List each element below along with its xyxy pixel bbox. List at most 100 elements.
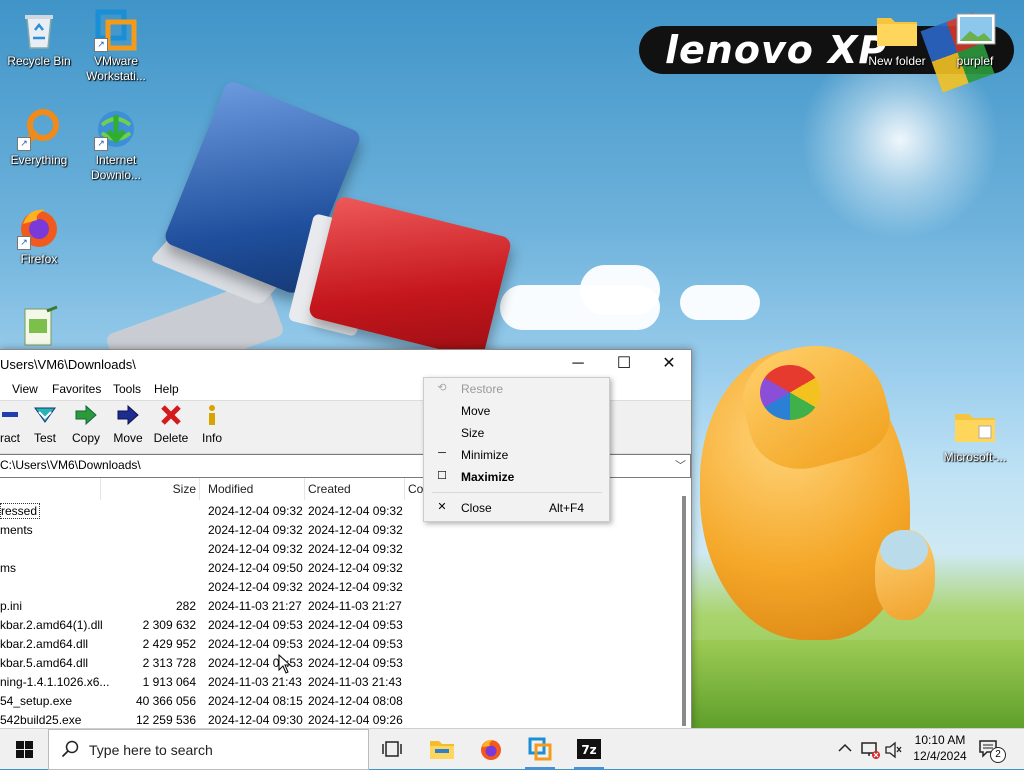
file-created: 2024-12-04 09:53: [308, 656, 403, 670]
taskbar-search-box[interactable]: Type here to search: [48, 729, 369, 770]
minimize-button[interactable]: ─: [555, 350, 601, 380]
file-name: ning-1.4.1.1026.x6...: [0, 675, 110, 689]
move-button[interactable]: Move: [106, 404, 150, 445]
show-hidden-icons-button[interactable]: [838, 729, 852, 769]
file-modified: 2024-12-04 09:32: [208, 580, 303, 594]
desktop-icon-purplef[interactable]: purplef: [937, 8, 1013, 69]
wallpaper-small-mascot-head: [880, 530, 928, 570]
vmware-icon: [528, 737, 552, 761]
folder-icon: [953, 404, 997, 448]
chevron-down-icon[interactable]: ﹀: [675, 457, 686, 473]
taskbar: Type here to search 7z 10:10 AM 12/4/202…: [0, 728, 1024, 770]
network-tray-button[interactable]: [860, 729, 880, 769]
file-row[interactable]: ms 2024-12-04 09:50 2024-12-04 09:32: [0, 559, 680, 578]
file-modified: 2024-12-04 09:50: [208, 561, 303, 575]
menu-item-maximize[interactable]: ☐ Maximize: [424, 466, 609, 488]
file-size: 2 309 632: [142, 618, 196, 632]
maximize-button[interactable]: ☐: [601, 350, 647, 380]
file-name: 54_setup.exe: [0, 694, 73, 708]
desktop-icon-label: New folder: [868, 54, 926, 68]
column-header-name[interactable]: [0, 478, 101, 500]
wallpaper-grass: [690, 640, 1024, 730]
folder-icon: [875, 8, 919, 52]
menu-item-minimize[interactable]: ─ Minimize: [424, 444, 609, 466]
copy-button[interactable]: Copy: [64, 404, 108, 445]
file-row[interactable]: kbar.2.amd64.dll 2 429 952 2024-12-04 09:5…: [0, 635, 680, 654]
move-icon: [106, 404, 150, 428]
task-view-button[interactable]: [369, 729, 415, 769]
file-modified: 2024-12-04 09:32: [208, 504, 303, 518]
desktop-icon-label: Firefox: [20, 252, 58, 266]
close-button[interactable]: ✕: [646, 350, 692, 380]
everything-search-icon: ↗: [17, 107, 61, 151]
menu-separator: [432, 492, 602, 493]
taskbar-clock[interactable]: 10:10 AM 12/4/2024: [905, 732, 975, 764]
menu-item-restore[interactable]: ⟲ Restore: [424, 378, 609, 400]
delete-button[interactable]: Delete: [149, 404, 193, 445]
copy-icon: [64, 404, 108, 428]
scrollbar-thumb[interactable]: [682, 496, 686, 726]
desktop-icon-firefox[interactable]: ↗ Firefox: [1, 206, 77, 267]
file-row[interactable]: 2024-12-04 09:32 2024-12-04 09:32: [0, 540, 680, 559]
file-modified: 2024-12-04 09:30: [208, 713, 303, 727]
file-size: 282: [175, 599, 196, 613]
info-button[interactable]: Info: [190, 404, 234, 445]
windows-logo-icon: [16, 741, 33, 758]
wallpaper-mascot-rainbow: [760, 365, 820, 420]
test-icon: [23, 404, 67, 428]
maximize-icon: ☐: [437, 470, 447, 482]
menu-item-move[interactable]: Move: [424, 400, 609, 422]
volume-tray-button[interactable]: [884, 729, 902, 769]
file-created: 2024-12-04 08:08: [308, 694, 403, 708]
menu-help[interactable]: Help: [154, 382, 179, 396]
taskbar-firefox[interactable]: [468, 729, 514, 769]
desktop-icon-notepad-file[interactable]: [1, 305, 77, 351]
file-created: 2024-12-04 09:32: [308, 523, 403, 537]
file-created: 2024-12-04 09:32: [308, 504, 403, 518]
desktop-icon-internet-download-manager[interactable]: ↗ Internet Downlo...: [78, 107, 154, 183]
desktop-icon-vmware[interactable]: ↗ VMware Workstati...: [78, 8, 154, 84]
notification-center-button[interactable]: 2: [978, 729, 1006, 769]
wallpaper-cloud: [580, 265, 660, 315]
column-header-size[interactable]: Size: [101, 478, 200, 500]
window-titlebar[interactable]: Users\VM6\Downloads\ ─ ☐ ✕: [0, 350, 691, 380]
taskbar-vmware[interactable]: [517, 729, 563, 769]
7zip-icon: 7z: [577, 739, 601, 759]
column-header-modified[interactable]: Modified: [204, 478, 305, 500]
file-row[interactable]: ments 2024-12-04 09:32 2024-12-04 09:32: [0, 521, 680, 540]
file-row[interactable]: p.ini 282 2024-11-03 21:27 2024-11-03 21:27: [0, 597, 680, 616]
test-button[interactable]: Test: [23, 404, 67, 445]
desktop-icon-everything[interactable]: ↗ Everything: [1, 107, 77, 168]
taskbar-file-explorer[interactable]: [419, 729, 465, 769]
column-header-created[interactable]: Created: [304, 478, 405, 500]
file-row[interactable]: ning-1.4.1.1026.x6... 1 913 064 2024-11-03…: [0, 673, 680, 692]
menu-view[interactable]: View: [12, 382, 38, 396]
desktop-icon-new-folder[interactable]: New folder: [859, 8, 935, 69]
desktop-icon-label: VMware Workstati...: [86, 54, 146, 83]
menu-item-close[interactable]: ✕ Close Alt+F4: [424, 497, 609, 519]
file-row[interactable]: kbar.5.amd64.dll 2 313 728 2024-12-04 09:5…: [0, 654, 680, 673]
file-modified: 2024-12-04 09:32: [208, 542, 303, 556]
shortcut-arrow-icon: ↗: [94, 38, 108, 52]
file-name: kbar.2.amd64(1).dll: [0, 618, 103, 632]
taskbar-7zip[interactable]: 7z: [566, 729, 612, 769]
desktop-icon-microsoft-folder[interactable]: Microsoft-...: [937, 404, 1013, 465]
minimize-icon: ─: [438, 447, 446, 459]
desktop-icon-recycle-bin[interactable]: Recycle Bin: [1, 8, 77, 69]
file-row[interactable]: 2024-12-04 09:32 2024-12-04 09:32: [0, 578, 680, 597]
file-modified: 2024-11-03 21:43: [208, 675, 302, 689]
window-title: Users\VM6\Downloads\: [0, 357, 136, 372]
file-row[interactable]: kbar.2.amd64(1).dll 2 309 632 2024-12-04 0…: [0, 616, 680, 635]
menu-tools[interactable]: Tools: [113, 382, 141, 396]
menu-item-size[interactable]: Size: [424, 422, 609, 444]
vertical-scrollbar[interactable]: [680, 478, 690, 730]
file-row[interactable]: 54_setup.exe 40 366 056 2024-12-04 08:15 20…: [0, 692, 680, 711]
internet-download-manager-icon: ↗: [94, 107, 138, 151]
menu-favorites[interactable]: Favorites: [52, 382, 101, 396]
file-modified: 2024-11-03 21:27: [208, 599, 302, 613]
start-button[interactable]: [0, 729, 48, 769]
file-size: 2 313 728: [142, 656, 196, 670]
clock-time: 10:10 AM: [914, 733, 966, 747]
file-name: ments: [0, 523, 33, 537]
recycle-bin-icon: [17, 8, 61, 52]
